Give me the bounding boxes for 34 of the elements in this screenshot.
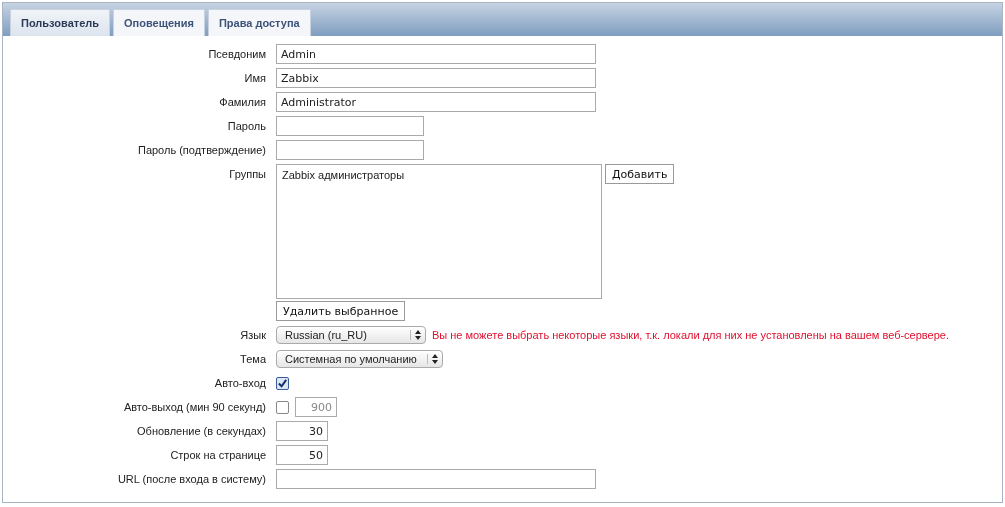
field-label: Строк на странице	[169, 448, 266, 463]
field-label: Фамилия	[218, 95, 266, 110]
stepper-icon	[426, 354, 438, 364]
add-button[interactable]: Добавить	[605, 164, 675, 184]
checkbox[interactable]	[276, 376, 289, 390]
field-label: Пароль	[226, 119, 266, 134]
dropdown[interactable]: Системная по умолчанию	[276, 350, 443, 368]
input-field[interactable]	[276, 116, 424, 136]
field-label: Обновление (в секундах)	[136, 424, 266, 439]
group-listbox[interactable]: Zabbix администраторы	[276, 164, 602, 299]
remove-button[interactable]: Удалить выбранное	[276, 301, 406, 321]
tab[interactable]: Оповещения	[113, 9, 205, 36]
field-label: Пароль (подтверждение)	[136, 143, 266, 158]
input-field[interactable]: 30	[276, 421, 328, 441]
input-field[interactable]: Administrator	[276, 92, 596, 112]
tab[interactable]: Пользователь	[10, 9, 110, 36]
field-label: Имя	[243, 71, 266, 86]
field-label: URL (после входа в систему)	[116, 472, 266, 487]
tab[interactable]: Права доступа	[207, 9, 311, 36]
field-label: Авто-вход	[213, 376, 266, 391]
list-item[interactable]: Zabbix администраторы	[282, 169, 596, 181]
dropdown[interactable]: Russian (ru_RU)	[276, 326, 426, 344]
stepper-icon	[410, 330, 421, 340]
field-label: Тема	[239, 352, 266, 367]
field-label: Язык	[239, 328, 266, 343]
field-label: Псевдоним	[207, 47, 266, 62]
input-field[interactable]: Zabbix	[276, 68, 596, 88]
warning-text: Вы не можете выбрать некоторые языки, т.к. локали для них не установлены на вашем веб-сервере.	[432, 329, 949, 341]
input-field[interactable]: Admin	[276, 44, 596, 64]
field-label: Группы	[228, 167, 266, 182]
field-label: Авто-выход (мин 90 секунд)	[122, 400, 266, 415]
input-field[interactable]	[276, 140, 424, 160]
input-field[interactable]: 50	[276, 445, 328, 465]
input-field[interactable]	[276, 469, 596, 489]
